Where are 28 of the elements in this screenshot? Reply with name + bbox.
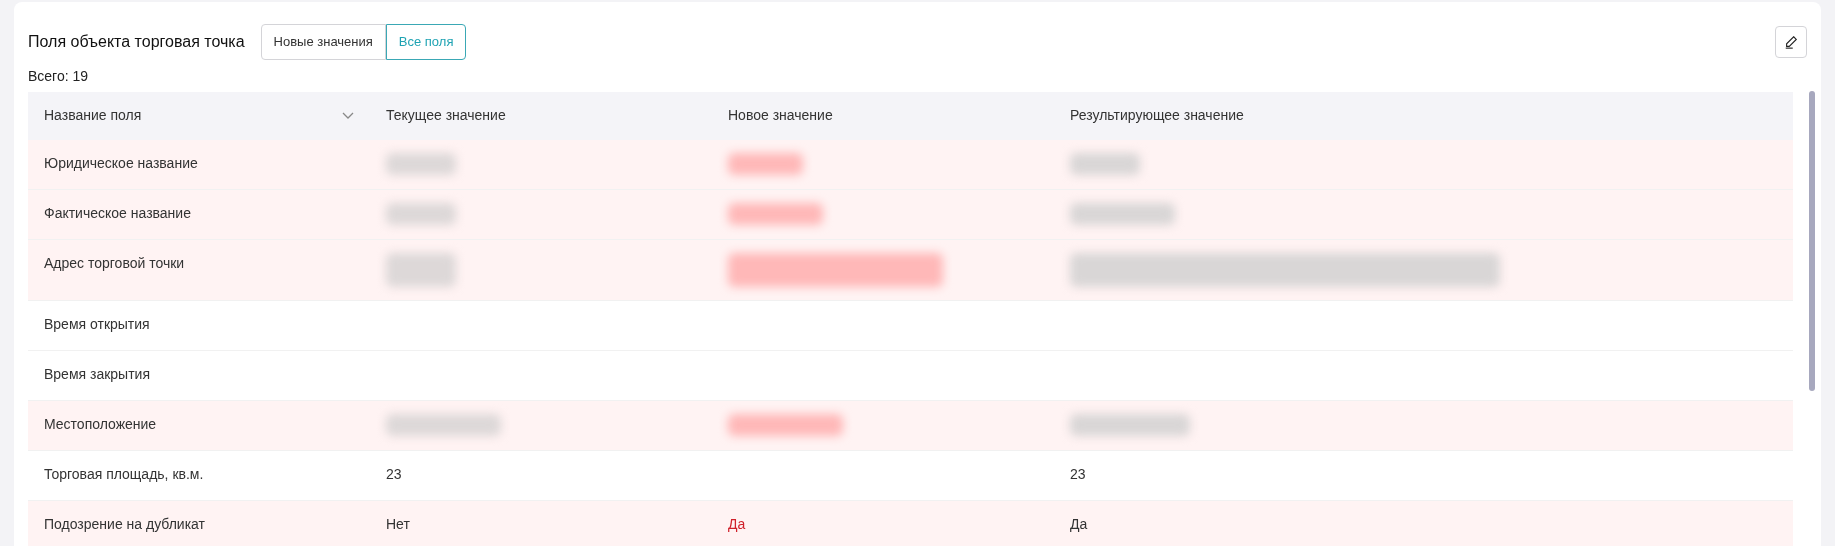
cell-value: 23 bbox=[386, 465, 402, 482]
cell-value: 23 bbox=[1070, 465, 1086, 482]
chevron-down-icon[interactable] bbox=[342, 111, 354, 120]
panel-title: Поля объекта торговая точка bbox=[28, 31, 245, 52]
blurred-value bbox=[386, 202, 456, 225]
blurred-value bbox=[386, 252, 456, 287]
column-header[interactable]: Название поля bbox=[44, 105, 142, 126]
cell-value: Нет bbox=[386, 515, 410, 532]
field-name: Время открытия bbox=[44, 315, 150, 332]
column-header: Новое значение bbox=[728, 106, 833, 125]
blurred-value bbox=[1070, 152, 1140, 175]
field-name: Время закрытия bbox=[44, 365, 150, 382]
cell-value: Да bbox=[1070, 515, 1088, 532]
blurred-value bbox=[386, 152, 456, 175]
column-header: Текущее значение bbox=[386, 106, 506, 125]
field-name: Юридическое название bbox=[44, 154, 198, 171]
total-count: Всего: 19 bbox=[28, 66, 90, 86]
field-name: Адрес торговой точки bbox=[44, 254, 185, 271]
field-name: Местоположение bbox=[44, 415, 157, 432]
column-header: Результирующее значение bbox=[1070, 106, 1244, 125]
cell-value: Да bbox=[728, 515, 746, 532]
field-name: Подозрение на дубликат bbox=[44, 515, 205, 532]
filter-tab[interactable]: Новые значения bbox=[260, 24, 386, 60]
field-name: Торговая площадь, кв.м. bbox=[44, 465, 204, 482]
scrollbar[interactable] bbox=[1809, 91, 1815, 391]
field-name: Фактическое название bbox=[44, 204, 191, 221]
pencil-icon bbox=[1784, 34, 1798, 49]
edit-button[interactable] bbox=[1775, 25, 1807, 58]
